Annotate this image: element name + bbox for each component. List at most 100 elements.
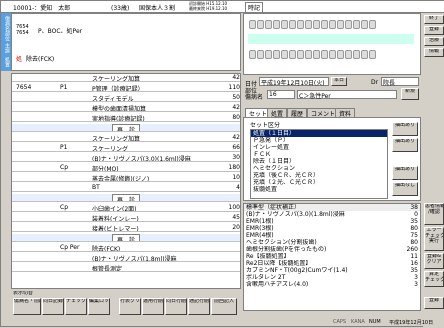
- previous-entry-button[interactable]: 前回記入: [211, 298, 237, 315]
- tooth-icon[interactable]: [272, 50, 280, 59]
- tooth-icon[interactable]: [312, 20, 320, 29]
- set-list-item[interactable]: 抜髄処置: [251, 186, 387, 193]
- table-row[interactable]: 再 診: [12, 194, 240, 202]
- extract-none-button[interactable]: 抽出なし: [392, 182, 418, 196]
- row-clear-button[interactable]: 行表クリア: [119, 298, 141, 315]
- tooth-icon[interactable]: [352, 20, 360, 29]
- edit-lock-button[interactable]: 編集ロック: [88, 298, 110, 315]
- set-list-item[interactable]: 充填（後ＣＲ、光ＣＲ）: [251, 172, 387, 179]
- tooth-icon[interactable]: [280, 50, 288, 59]
- tooth-icon[interactable]: [368, 50, 376, 59]
- detail-row[interactable]: カプミンNF・T(00g2)Cumワイ(1.4) 35: [244, 267, 420, 274]
- table-row[interactable]: Cp 部分(MO) 180: [12, 164, 240, 172]
- tooth-icon[interactable]: [344, 50, 352, 59]
- detail-row[interactable]: Re【抜髄処置】 11: [244, 253, 420, 260]
- tooth-icon[interactable]: [328, 20, 336, 29]
- tab-treatment[interactable]: 処置: [267, 108, 288, 118]
- tooth-icon[interactable]: [328, 50, 336, 59]
- note-row-delete-button[interactable]: 通記行削除: [188, 298, 210, 315]
- table-row[interactable]: スケーリング加算 42: [12, 74, 240, 82]
- table-row[interactable]: スタディモデル 50: [12, 94, 240, 102]
- tooth-icon[interactable]: [368, 20, 376, 29]
- register-clear-button[interactable]: 登録& クリア: [424, 253, 444, 269]
- table-row[interactable]: 蒸去金属(修飾)(ジノ) 10: [12, 174, 240, 182]
- table-row[interactable]: (B)ナ・リヴノスパ(1.8ml)浸麻: [12, 254, 240, 262]
- date-field[interactable]: 平成19年12月10日(火): [259, 77, 329, 87]
- set-list[interactable]: 処置（１日目） Ｐ急発（Ｐ） インレー処置 ＦＣＫ 除去（１日目） ヘミセクション 充填（後…: [250, 129, 388, 199]
- detail-row[interactable]: EMR(3根) 80: [244, 225, 420, 232]
- set-list-item[interactable]: 処置（１日目）: [251, 130, 387, 137]
- detail-row[interactable]: EMR(4根) 75: [244, 232, 420, 239]
- set-list-item[interactable]: インレー処置: [251, 144, 387, 151]
- tooth-icon[interactable]: [296, 20, 304, 29]
- table-row[interactable]: スケーリング加算 42: [12, 134, 240, 142]
- tooth-icon[interactable]: [304, 20, 312, 29]
- table-row[interactable]: BT 4: [12, 184, 240, 192]
- set-list-item[interactable]: 充填（２光、Ｃ光ＣＲ）: [251, 179, 387, 186]
- detail-row[interactable]: ポルタレン 2T 3: [244, 274, 420, 281]
- detail-row[interactable]: 含嗽用ハチアズレ(4.0) 3: [244, 281, 420, 288]
- register-button[interactable]: 登録: [424, 26, 444, 35]
- table-row[interactable]: 再 診: [12, 234, 240, 242]
- table-row[interactable]: (B)ナ・リヴノスパ(3.0)(1.6ml)浸麻 30: [12, 154, 240, 162]
- table-row[interactable]: 模型の歯面清掃加算 42: [12, 104, 240, 112]
- tooth-icon[interactable]: [312, 50, 320, 59]
- detail-list[interactable]: 標準型（症状補正） 38 (B)ナ・リヴノスパ(3.0)(1.8ml)浸麻 0 EM…: [243, 203, 421, 311]
- tooth-icon[interactable]: [320, 20, 328, 29]
- detail-row[interactable]: Re2日以降【抜髄処置】 16: [244, 260, 420, 267]
- table-row[interactable]: Cp Per 除去(FCK): [12, 244, 240, 252]
- check-button[interactable]: チェック: [65, 298, 87, 315]
- site-field[interactable]: 16: [267, 90, 295, 99]
- tooth-icon[interactable]: [352, 50, 360, 59]
- tooth-icon[interactable]: [304, 50, 312, 59]
- tooth-icon[interactable]: [336, 20, 344, 29]
- exit-button[interactable]: 終了: [424, 15, 444, 24]
- diagnosis-front-button[interactable]: 傷病名・前段: [13, 298, 41, 315]
- set-list-item[interactable]: Ｐ急発（Ｐ）: [251, 137, 387, 144]
- op-row-delete-button[interactable]: 運用行削除: [142, 298, 164, 315]
- same-day-delete-button[interactable]: 同日行削除: [165, 298, 187, 315]
- tooth-icon[interactable]: [280, 20, 288, 29]
- tooth-icon[interactable]: [272, 20, 280, 29]
- tooth-icon[interactable]: [320, 50, 328, 59]
- patient-info-button[interactable]: 患者情報 /確認: [424, 203, 444, 225]
- lower-teeth[interactable]: [248, 50, 376, 61]
- records-table[interactable]: スケーリング加算 42 7654 P1 P管理（診療記録） 110 スタディモデル 50 模型の…: [11, 73, 241, 289]
- detail-row[interactable]: ヘミセクション(分割抜歯) 80: [244, 239, 420, 246]
- upper-teeth[interactable]: [248, 20, 376, 31]
- tooth-icon[interactable]: [360, 50, 368, 59]
- table-row[interactable]: 再 診: [12, 124, 240, 132]
- tooth-icon[interactable]: [288, 50, 296, 59]
- error-check-button[interactable]: エラー チェック 実行: [424, 227, 444, 251]
- detail-row[interactable]: (B)ナ・リヴノスパ(3.0)(1.8ml)浸麻 0: [244, 211, 420, 218]
- tab-history[interactable]: 履歴: [287, 108, 308, 118]
- detail-row[interactable]: EMR(1根) 35: [244, 218, 420, 225]
- set-list-item[interactable]: ヘミセクション: [251, 165, 387, 172]
- treatment-button[interactable]: 治療: [424, 37, 444, 46]
- extract-button-3[interactable]: 抽出あり: [392, 166, 418, 180]
- tooth-icon[interactable]: [344, 20, 352, 29]
- tooth-icon[interactable]: [248, 20, 256, 29]
- tooth-chart[interactable]: [243, 13, 421, 75]
- table-row[interactable]: 根管長測定: [12, 264, 240, 272]
- tooth-icon[interactable]: [256, 20, 264, 29]
- extract-button-1[interactable]: 抽出あり: [392, 122, 418, 136]
- tooth-icon[interactable]: [336, 50, 344, 59]
- table-row[interactable]: 接着(ビトレマー) 20: [12, 224, 240, 232]
- dr-select[interactable]: 院長: [381, 77, 419, 87]
- table-row[interactable]: Cp 小臼歯イン(2面) 100: [12, 204, 240, 212]
- same-day-record-button[interactable]: 同日記録: [42, 298, 64, 315]
- tooth-icon[interactable]: [256, 50, 264, 59]
- tooth-icon[interactable]: [360, 20, 368, 29]
- new-button[interactable]: 新規: [401, 88, 419, 100]
- tab-material[interactable]: 資料: [335, 108, 356, 118]
- final-register-button[interactable]: 登録: [424, 297, 444, 309]
- extract-button-2[interactable]: 抽出あり: [392, 138, 418, 152]
- table-row[interactable]: 実地指導(診療記録) 80: [12, 114, 240, 122]
- table-row[interactable]: 装着料(インレー) 45: [12, 214, 240, 222]
- today-button[interactable]: 本日: [331, 77, 347, 86]
- tooth-icon[interactable]: [264, 50, 272, 59]
- site-diagnosis[interactable]: C＞急性Per: [297, 90, 397, 100]
- set-list-item[interactable]: ＦＣＫ: [251, 151, 387, 158]
- diagnosis-panel[interactable]: 7654 7654 P、BOC、処Per 処 除去(FCK): [11, 13, 241, 71]
